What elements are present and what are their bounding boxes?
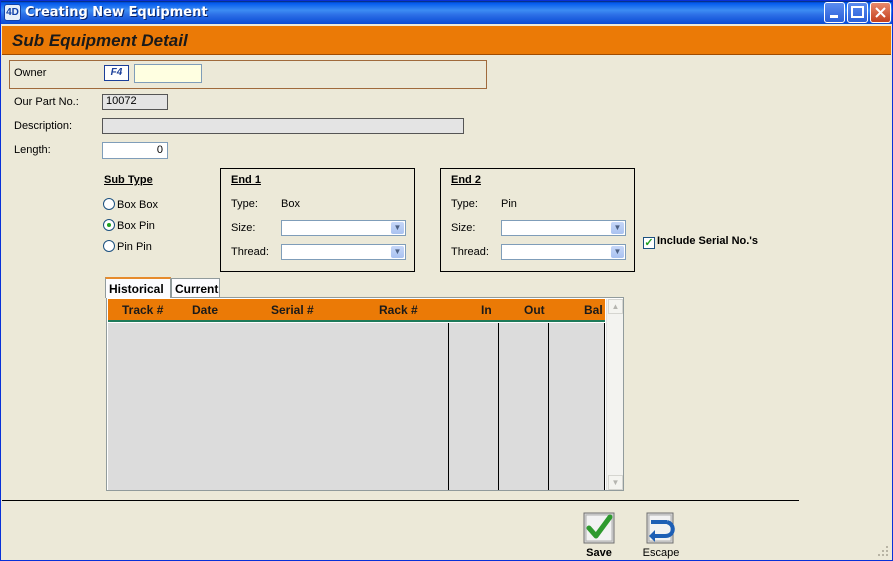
column-divider — [548, 323, 549, 490]
minimize-button[interactable] — [824, 2, 845, 23]
radio-box-box[interactable]: Box Box — [103, 198, 158, 212]
length-label: Length: — [14, 144, 51, 156]
window-title: Creating New Equipment — [25, 5, 208, 20]
footer-divider — [2, 500, 799, 501]
page-title: Sub Equipment Detail — [12, 31, 188, 50]
scroll-up-icon[interactable]: ▲ — [608, 299, 623, 314]
radio-box-pin[interactable]: Box Pin — [103, 219, 155, 233]
column-header-out: Out — [524, 303, 545, 317]
end2-title: End 2 — [451, 174, 481, 186]
checkmark-icon[interactable]: ✓ — [643, 237, 655, 249]
tab-historical[interactable]: Historical — [105, 277, 171, 298]
description-field[interactable] — [102, 118, 464, 134]
end2-group: End 2 Type: Pin Size: ▼ Thread: ▼ — [440, 168, 635, 272]
app-window: 4D Creating New Equipment Sub Equipment … — [0, 0, 893, 561]
column-header-track: Track # — [122, 303, 164, 317]
end2-thread-select[interactable]: ▼ — [501, 244, 626, 260]
radio-pin-pin[interactable]: Pin Pin — [103, 240, 152, 254]
save-button[interactable]: Save — [581, 512, 617, 559]
title-bar: 4D Creating New Equipment — [1, 1, 892, 24]
end2-size-select[interactable]: ▼ — [501, 220, 626, 236]
column-header-date: Date — [192, 303, 219, 317]
close-icon — [875, 7, 886, 18]
radio-label: Box Pin — [117, 220, 155, 232]
chevron-down-icon[interactable]: ▼ — [611, 222, 624, 234]
column-header-rack: Rack # — [379, 303, 418, 317]
end1-group: End 1 Type: Box Size: ▼ Thread: ▼ — [220, 168, 415, 272]
escape-button[interactable]: Escape — [639, 512, 683, 559]
radio-label: Box Box — [117, 199, 158, 211]
radio-label: Pin Pin — [117, 241, 152, 253]
end2-size-label: Size: — [451, 222, 476, 234]
column-header-serial: Serial # — [271, 303, 314, 317]
end1-type-value: Box — [281, 198, 300, 210]
end2-type-label: Type: — [451, 198, 478, 210]
records-table: Track # Date Serial # Rack # In Out Bal … — [106, 297, 624, 491]
maximize-icon — [851, 6, 864, 18]
scroll-down-icon[interactable]: ▼ — [608, 475, 623, 490]
end1-thread-label: Thread: — [231, 246, 269, 258]
column-divider — [604, 323, 605, 490]
column-header-in: In — [481, 303, 492, 317]
end1-size-select[interactable]: ▼ — [281, 220, 406, 236]
vertical-scrollbar[interactable]: ▲ ▼ — [606, 299, 623, 490]
owner-input[interactable] — [134, 64, 202, 83]
end1-size-label: Size: — [231, 222, 256, 234]
minimize-icon — [830, 15, 838, 18]
table-body[interactable] — [108, 323, 605, 490]
owner-label: Owner — [14, 67, 47, 79]
escape-undo-icon — [646, 512, 675, 544]
include-serial-label: Include Serial No.'s — [657, 235, 759, 247]
save-label: Save — [586, 547, 612, 559]
chevron-down-icon[interactable]: ▼ — [391, 246, 404, 258]
header-band: Sub Equipment Detail — [2, 26, 891, 55]
length-field[interactable]: 0 — [102, 142, 168, 159]
end1-type-label: Type: — [231, 198, 258, 210]
close-button[interactable] — [870, 2, 891, 23]
end1-thread-select[interactable]: ▼ — [281, 244, 406, 260]
radio-button-selected[interactable] — [103, 219, 115, 231]
owner-group — [9, 60, 487, 89]
column-header-bal: Bal — [584, 303, 603, 317]
part-no-label: Our Part No.: — [14, 96, 79, 108]
owner-lookup-button[interactable]: F4 — [104, 65, 129, 81]
escape-label: Escape — [642, 547, 680, 559]
sub-type-title: Sub Type — [104, 174, 153, 186]
maximize-button[interactable] — [847, 2, 868, 23]
radio-button[interactable] — [103, 198, 115, 210]
end2-type-value: Pin — [501, 198, 517, 210]
chevron-down-icon[interactable]: ▼ — [611, 246, 624, 258]
resize-grip-icon[interactable] — [877, 545, 889, 557]
tab-current[interactable]: Current — [171, 278, 220, 297]
app-logo-icon: 4D — [4, 4, 21, 21]
end1-title: End 1 — [231, 174, 261, 186]
column-divider — [448, 323, 449, 490]
chevron-down-icon[interactable]: ▼ — [391, 222, 404, 234]
part-no-field: 10072 — [102, 94, 168, 110]
include-serial-checkbox[interactable]: ✓ Include Serial No.'s — [643, 235, 758, 249]
save-checkmark-icon — [583, 512, 615, 544]
radio-button[interactable] — [103, 240, 115, 252]
table-header: Track # Date Serial # Rack # In Out Bal — [108, 299, 605, 322]
description-label: Description: — [14, 120, 73, 132]
end2-thread-label: Thread: — [451, 246, 489, 258]
column-divider — [498, 323, 499, 490]
